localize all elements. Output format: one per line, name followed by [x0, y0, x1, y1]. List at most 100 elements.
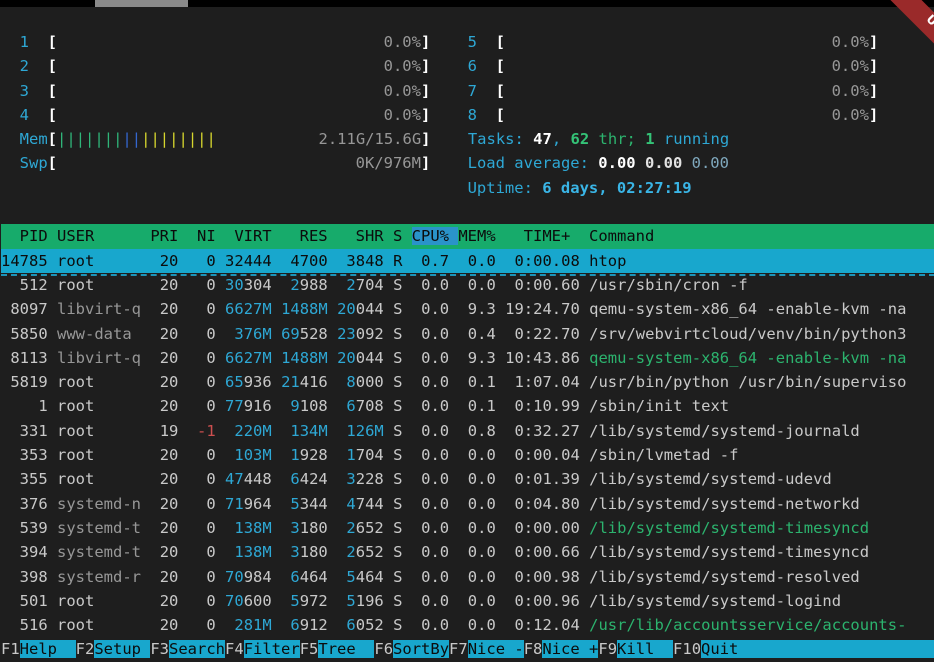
pid-cell: 512 — [1, 276, 48, 294]
column-header-s[interactable]: S — [393, 227, 412, 245]
pri-cell: 20 — [150, 325, 178, 343]
time-cell: 0:00.98 — [505, 568, 580, 586]
fnkey-setup[interactable]: Setup — [94, 640, 150, 658]
text — [402, 397, 411, 415]
process-row[interactable]: 512 root 20 0 30304 2988 2704 S 0.0 0.0 … — [1, 273, 934, 297]
user-cell: root — [57, 470, 141, 488]
column-header-pid[interactable]: PID — [1, 227, 57, 245]
fnkey-number-f8: F8 — [524, 640, 543, 658]
process-row[interactable]: 394 systemd-t 20 0 138M 3180 2652 S 0.0 … — [1, 540, 934, 564]
mem-bar-cache: | — [197, 130, 206, 148]
fnkey-number-f7: F7 — [449, 640, 468, 658]
fnkey-nice-[interactable]: Nice - — [468, 640, 524, 658]
fnkey-search[interactable]: Search — [169, 640, 225, 658]
meter-close-bracket: ] — [421, 154, 430, 172]
res-cell: 3 — [281, 543, 300, 561]
time-cell: 0:00.08 — [505, 252, 580, 270]
pri-cell: 20 — [150, 373, 178, 391]
process-row[interactable]: 501 root 20 0 70600 5972 5196 S 0.0 0.0 … — [1, 589, 934, 613]
text — [141, 422, 150, 440]
pri-cell: 20 — [150, 446, 178, 464]
cpu-cell: 0.0 — [412, 397, 449, 415]
meter-open-bracket: [ — [496, 82, 505, 100]
load-average-15min: 0.00 — [692, 154, 729, 172]
text — [402, 325, 411, 343]
text — [384, 252, 393, 270]
blank-row — [1, 200, 934, 224]
fnkey-kill[interactable]: Kill — [617, 640, 673, 658]
text — [384, 446, 393, 464]
process-row-selected[interactable]: 14785 root 20 0 32444 4700 3848 R 0.7 0.… — [1, 249, 934, 273]
cpu-meter-value: 0.0% — [57, 57, 421, 75]
time-cell: 1:07.04 — [505, 373, 580, 391]
text — [48, 446, 57, 464]
fnkey-nice-[interactable]: Nice + — [542, 640, 598, 658]
virt-cell: 448 — [244, 470, 272, 488]
cpu-meter-value: 0.0% — [505, 106, 869, 124]
text — [1, 154, 20, 172]
text — [48, 592, 57, 610]
text — [589, 130, 598, 148]
column-header-res[interactable]: RES — [281, 227, 337, 245]
user-cell: root — [57, 373, 141, 391]
process-row[interactable]: 355 root 20 0 47448 6424 3228 S 0.0 0.0 … — [1, 467, 934, 491]
process-row[interactable]: 1 root 20 0 77916 9108 6708 S 0.0 0.1 0:… — [1, 394, 934, 418]
command-cell: /lib/systemd/systemd-timesyncd — [589, 543, 869, 561]
fnkey-number-f1: F1 — [1, 640, 20, 658]
text — [48, 495, 57, 513]
fnkey-number-f9: F9 — [598, 640, 617, 658]
pri-cell: 20 — [150, 470, 178, 488]
column-header-time[interactable]: TIME+ — [505, 227, 589, 245]
text — [272, 592, 281, 610]
process-row[interactable]: 331 root 19 -1 220M 134M 126M S 0.0 0.8 … — [1, 419, 934, 443]
shr-cell: 044 — [356, 300, 384, 318]
res-cell: 21 — [281, 373, 300, 391]
process-row[interactable]: 539 systemd-t 20 0 138M 3180 2652 S 0.0 … — [1, 516, 934, 540]
fnkey-help[interactable]: Help — [20, 640, 76, 658]
tasks-sep: , — [552, 130, 571, 148]
process-row[interactable]: 376 systemd-n 20 0 71964 5344 4744 S 0.0… — [1, 492, 934, 516]
text — [328, 422, 337, 440]
ni-cell: 0 — [188, 543, 216, 561]
column-header-cpu[interactable]: CPU% — [412, 227, 459, 245]
column-header-user[interactable]: USER — [57, 227, 150, 245]
fnkey-sortby[interactable]: SortBy — [393, 640, 449, 658]
pri-cell: 20 — [150, 568, 178, 586]
column-header-command[interactable]: Command — [589, 227, 654, 245]
text — [216, 470, 225, 488]
text — [141, 300, 150, 318]
fnkey-tree[interactable]: Tree — [318, 640, 374, 658]
process-row[interactable]: 5850 www-data 20 0 376M 69528 23092 S 0.… — [1, 322, 934, 346]
column-header-shr[interactable]: SHR — [337, 227, 393, 245]
shr-cell: 126M — [337, 422, 384, 440]
text — [272, 300, 281, 318]
text — [216, 276, 225, 294]
process-row[interactable]: 398 systemd-r 20 0 70984 6464 5464 S 0.0… — [1, 565, 934, 589]
process-row[interactable]: 353 root 20 0 103M 1928 1704 S 0.0 0.0 0… — [1, 443, 934, 467]
text — [141, 276, 150, 294]
process-row[interactable]: 8097 libvirt-q 20 0 6627M 1488M 20044 S … — [1, 297, 934, 321]
column-header-ni[interactable]: NI — [188, 227, 225, 245]
text — [141, 446, 150, 464]
pid-cell: 394 — [1, 543, 48, 561]
fnkey-quit[interactable]: Quit — [701, 640, 934, 658]
cpu-cell: 0.7 — [412, 252, 449, 270]
text — [580, 446, 589, 464]
process-row[interactable]: 8113 libvirt-q 20 0 6627M 1488M 20044 S … — [1, 346, 934, 370]
tasks-running: 1 — [645, 130, 654, 148]
column-header-pri[interactable]: PRI — [150, 227, 187, 245]
text — [141, 616, 150, 634]
text — [141, 470, 150, 488]
process-row[interactable]: 516 root 20 0 281M 6912 6052 S 0.0 0.0 0… — [1, 613, 934, 637]
column-header-virt[interactable]: VIRT — [225, 227, 281, 245]
cpu-meter-label: 7 — [468, 82, 496, 100]
mem-bar-used: | — [57, 130, 66, 148]
fnkey-filter[interactable]: Filter — [244, 640, 300, 658]
process-row[interactable]: 5819 root 20 0 65936 21416 8000 S 0.0 0.… — [1, 370, 934, 394]
meter-open-bracket: [ — [48, 130, 57, 148]
command-cell: /lib/systemd/systemd-networkd — [589, 495, 860, 513]
ni-cell: 0 — [188, 252, 216, 270]
fnkey-number-f10: F10 — [673, 640, 701, 658]
mem-cell: 0.0 — [458, 519, 495, 537]
column-header-mem[interactable]: MEM% — [458, 227, 505, 245]
